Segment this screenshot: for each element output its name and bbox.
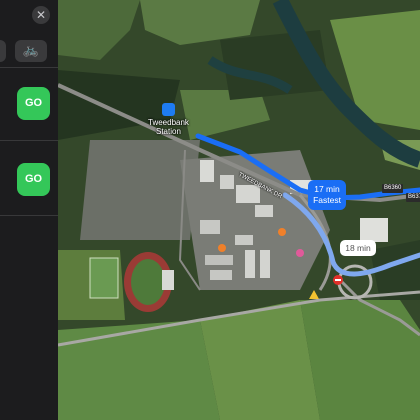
fastest-route-tag: Fastest bbox=[313, 195, 341, 205]
close-button[interactable]: ✕ bbox=[32, 6, 50, 24]
transport-mode-bar: 🚲 bbox=[0, 40, 58, 62]
alternate-route-callout[interactable]: 18 min bbox=[340, 240, 376, 256]
divider bbox=[0, 215, 58, 216]
directions-panel: ✕ 🚲 GO GO bbox=[0, 0, 58, 420]
transport-mode-previous[interactable] bbox=[0, 40, 6, 62]
divider bbox=[0, 140, 58, 141]
poi-icon bbox=[218, 244, 226, 252]
fastest-route-time: 17 min bbox=[314, 184, 340, 194]
alternate-route-time: 18 min bbox=[345, 243, 371, 253]
fastest-route-callout[interactable]: 17 min Fastest bbox=[308, 180, 346, 210]
divider bbox=[0, 67, 58, 68]
cycle-mode-button[interactable]: 🚲 bbox=[15, 40, 47, 62]
poi-icon bbox=[278, 228, 286, 236]
road-badge-b6360: B6360 bbox=[382, 184, 404, 193]
route-2-go-button[interactable]: GO bbox=[17, 163, 50, 196]
station-label: Tweedbank Station bbox=[148, 118, 189, 136]
train-station-icon[interactable] bbox=[162, 103, 175, 116]
road-badge-b6374: B6374 bbox=[406, 193, 420, 202]
poi-icon bbox=[296, 249, 304, 257]
route-1-go-button[interactable]: GO bbox=[17, 87, 50, 120]
satellite-map[interactable] bbox=[0, 0, 420, 420]
